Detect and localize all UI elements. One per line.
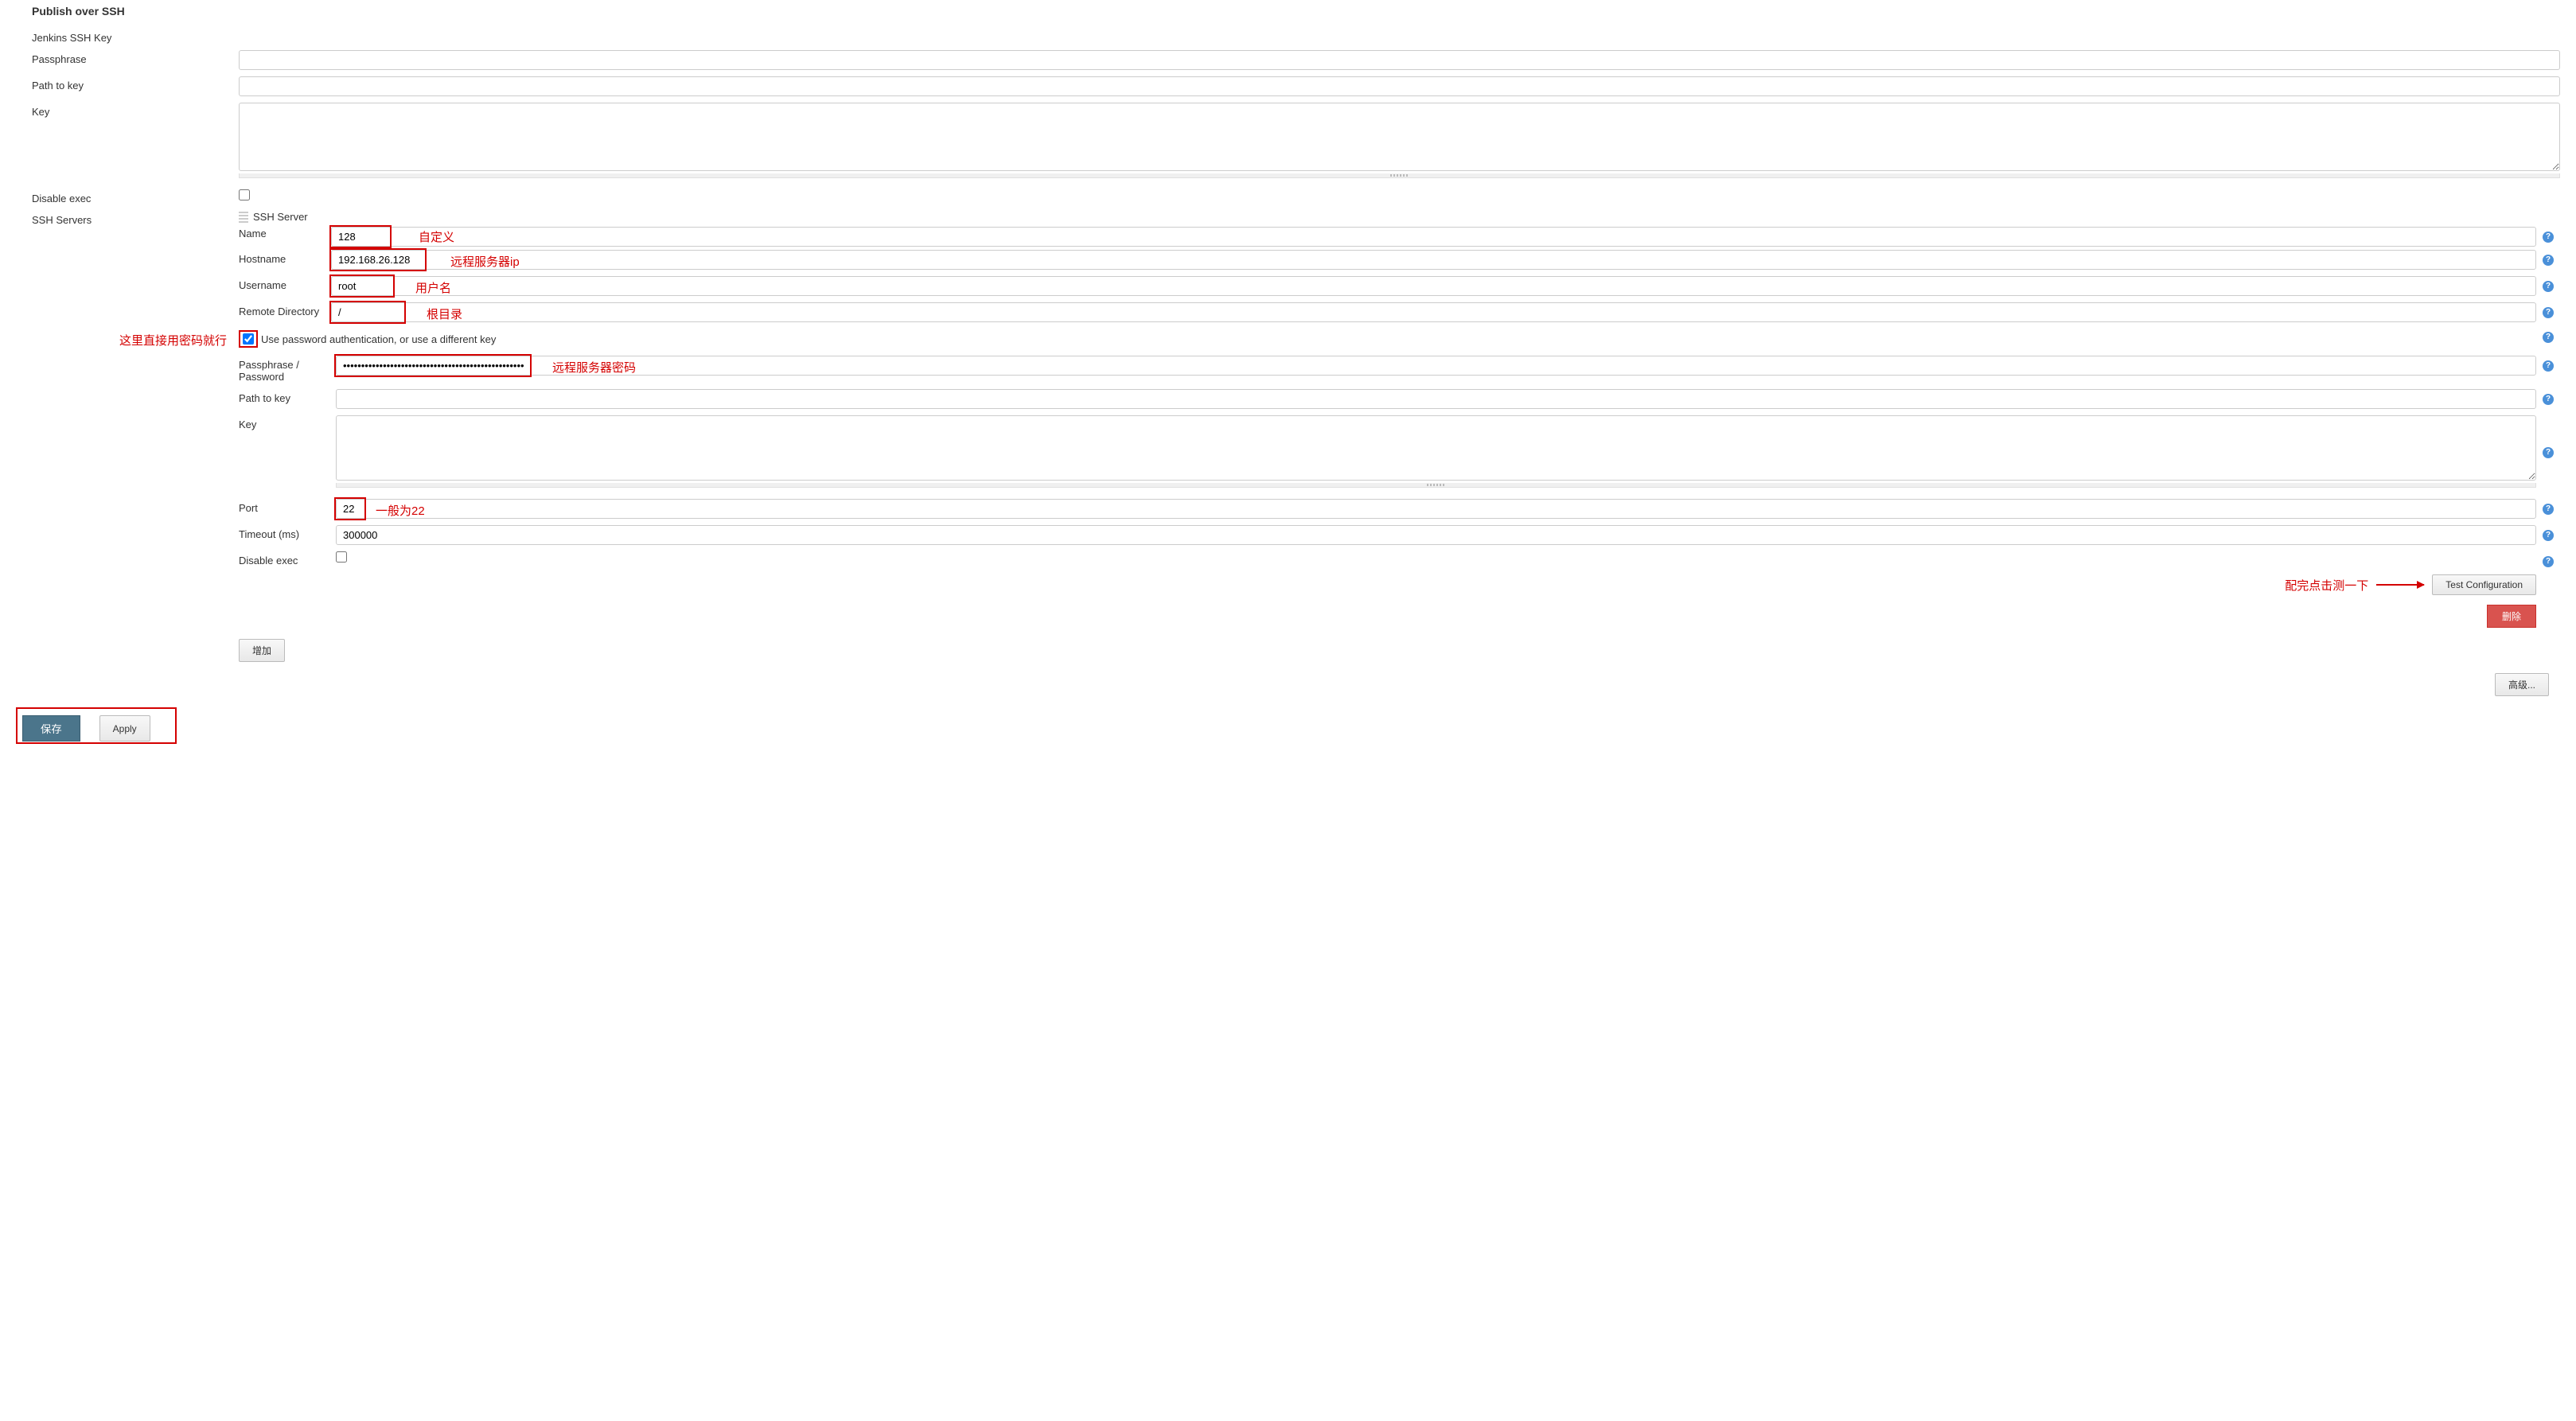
arrow-icon [2376,584,2424,586]
path-to-key-input[interactable] [239,76,2560,96]
add-button[interactable]: 增加 [239,639,285,662]
use-pw-annotation: 这里直接用密码就行 [119,332,227,348]
timeout-label: Timeout (ms) [239,525,336,540]
help-icon[interactable]: ? [2543,394,2554,405]
save-button[interactable]: 保存 [22,715,80,742]
help-icon[interactable]: ? [2543,255,2554,266]
help-icon[interactable]: ? [2543,281,2554,292]
section-title: Publish over SSH [0,0,2576,25]
resize-handle[interactable] [239,173,2560,178]
path-to-key2-label: Path to key [239,389,336,404]
name-input[interactable] [331,227,2536,247]
disable-exec-checkbox[interactable] [239,189,250,200]
key-textarea[interactable] [239,103,2560,171]
key2-label: Key [239,415,336,430]
test-configuration-button[interactable]: Test Configuration [2432,574,2536,595]
remote-dir-input[interactable] [331,302,2536,322]
passphrase-password-input[interactable] [336,356,2536,376]
port-input[interactable] [336,499,2536,519]
disable-exec-label: Disable exec [32,189,239,204]
name-label: Name [239,223,331,239]
advanced-button[interactable]: 高级... [2495,673,2549,696]
help-icon[interactable]: ? [2543,556,2554,567]
ssh-server-header: SSH Server [253,211,308,223]
timeout-input[interactable] [336,525,2536,545]
passphrase-password-label: Passphrase / Password [239,356,336,383]
passphrase-input[interactable] [239,50,2560,70]
apply-button[interactable]: Apply [99,715,150,742]
disable-exec2-checkbox[interactable] [336,551,347,563]
use-password-checkbox[interactable] [243,333,254,345]
help-icon[interactable]: ? [2543,232,2554,243]
drag-handle-icon[interactable] [239,212,248,223]
passphrase-label: Passphrase [32,50,239,65]
delete-button[interactable]: 删除 [2487,605,2536,628]
help-icon[interactable]: ? [2543,504,2554,515]
help-icon[interactable]: ? [2543,332,2554,343]
help-icon[interactable]: ? [2543,447,2554,458]
username-input[interactable] [331,276,2536,296]
disable-exec2-label: Disable exec [239,551,336,566]
key-label: Key [32,103,239,118]
key2-textarea[interactable] [336,415,2536,481]
help-icon[interactable]: ? [2543,530,2554,541]
remote-dir-label: Remote Directory [239,302,331,317]
hostname-label: Hostname [239,250,331,265]
help-icon[interactable]: ? [2543,360,2554,372]
resize-handle[interactable] [336,483,2536,488]
username-label: Username [239,276,331,291]
ssh-servers-label: SSH Servers [32,211,239,226]
use-password-label: Use password authentication, or use a di… [261,333,496,345]
path-to-key-label: Path to key [32,76,239,91]
port-label: Port [239,499,336,514]
hostname-input[interactable] [331,250,2536,270]
jenkins-ssh-key-label: Jenkins SSH Key [32,29,239,44]
help-icon[interactable]: ? [2543,307,2554,318]
path-to-key2-input[interactable] [336,389,2536,409]
test-config-annotation: 配完点击测一下 [2285,577,2368,594]
